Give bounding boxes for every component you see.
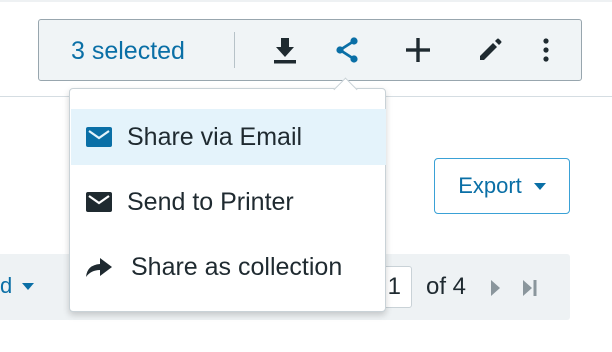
menu-item-share-as-collection[interactable]: Share as collection	[71, 239, 386, 295]
top-divider	[0, 0, 612, 2]
mail-icon	[71, 127, 127, 147]
menu-item-label: Share as collection	[131, 252, 343, 281]
menu-item-share-via-email[interactable]: Share via Email	[71, 109, 386, 165]
pencil-icon	[480, 38, 502, 60]
menu-item-label: Send to Printer	[127, 187, 294, 216]
next-page-button[interactable]	[484, 276, 506, 300]
last-page-button[interactable]	[519, 276, 541, 300]
add-button[interactable]	[399, 31, 437, 69]
share-arrow-icon	[71, 255, 127, 279]
menu-item-send-to-printer[interactable]: Send to Printer	[71, 174, 386, 230]
toolbar-divider	[234, 32, 235, 68]
plus-icon	[406, 38, 430, 62]
chevron-down-icon	[533, 182, 546, 190]
more-actions-button[interactable]	[527, 31, 565, 69]
sort-dropdown-label: d	[0, 273, 13, 298]
export-label: Export	[458, 173, 522, 198]
last-page-icon	[523, 280, 537, 296]
selection-count[interactable]: 3 selected	[71, 37, 185, 65]
share-button[interactable]	[328, 31, 366, 69]
export-button[interactable]: Export	[434, 158, 570, 214]
mail-icon	[71, 192, 127, 212]
more-vertical-icon	[543, 38, 549, 62]
sort-dropdown[interactable]: d	[0, 273, 35, 299]
edit-button[interactable]	[471, 31, 509, 69]
page-total: of 4	[426, 273, 467, 300]
share-menu: Share via Email Send to Printer Share as…	[69, 88, 386, 312]
download-button[interactable]	[266, 31, 304, 69]
menu-item-label: Share via Email	[127, 122, 303, 151]
share-icon	[336, 37, 358, 63]
selection-toolbar: 3 selected	[38, 19, 582, 81]
next-page-icon	[491, 280, 500, 296]
page: 3 selected Export d 1 of 4 Share via Ema…	[0, 0, 612, 352]
download-icon	[274, 38, 296, 64]
chevron-down-icon	[22, 282, 35, 290]
